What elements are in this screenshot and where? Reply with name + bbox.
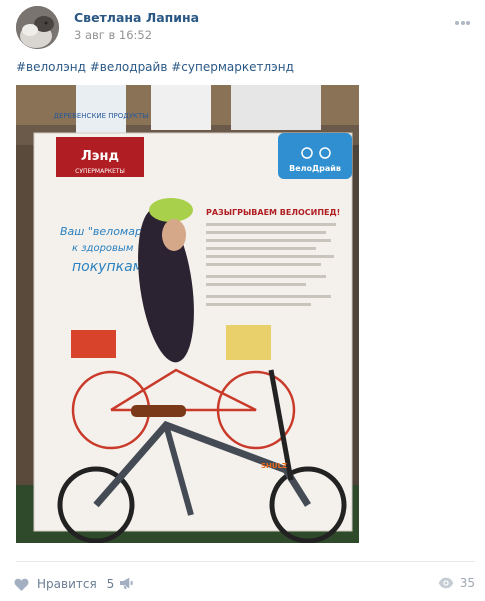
like-label: Нравится bbox=[37, 577, 97, 591]
author-avatar[interactable] bbox=[16, 6, 59, 49]
bike-brand-text: SHULZ bbox=[261, 462, 287, 470]
hashtag-link[interactable]: #велолэнд bbox=[16, 60, 86, 74]
footer-divider bbox=[16, 561, 475, 562]
brand-right-logo: ВелоДрайв bbox=[289, 164, 341, 173]
views-counter: 35 bbox=[438, 576, 475, 590]
like-button[interactable]: Нравится 5 bbox=[14, 576, 114, 592]
post-date[interactable]: 3 авг в 16:52 bbox=[74, 28, 152, 42]
hashtag-link[interactable]: #велодрайв bbox=[90, 60, 168, 74]
heart-icon bbox=[14, 578, 29, 591]
author-name[interactable]: Светлана Лапина bbox=[74, 10, 199, 25]
megaphone-icon bbox=[120, 577, 133, 589]
eye-icon bbox=[438, 577, 454, 589]
like-count: 5 bbox=[106, 577, 115, 591]
share-button[interactable] bbox=[118, 575, 134, 595]
hashtag-link[interactable]: #супермаркетлэнд bbox=[171, 60, 294, 74]
slogan-line-3: покупкам bbox=[72, 259, 144, 275]
post-photo[interactable]: ДЕРЕВЕНСКИЕ ПРОДУКТЫ Лэнд СУПЕРМАРКЕТЫ В… bbox=[16, 85, 359, 543]
more-options-icon[interactable] bbox=[455, 10, 473, 25]
brand-left-logo: Лэнд bbox=[81, 149, 119, 164]
store-sign-text: ДЕРЕВЕНСКИЕ ПРОДУКТЫ bbox=[54, 112, 149, 120]
hashtags: #велолэнд #велодрайв #супермаркетлэнд bbox=[16, 60, 294, 74]
brand-left-sub: СУПЕРМАРКЕТЫ bbox=[75, 168, 125, 175]
slogan-line-2: к здоровым bbox=[72, 243, 134, 254]
poster-headline: РАЗЫГРЫВАЕМ ВЕЛОСИПЕД! bbox=[206, 208, 340, 217]
views-count: 35 bbox=[459, 576, 475, 590]
post: Светлана Лапина 3 авг в 16:52 #велолэнд … bbox=[0, 0, 485, 601]
